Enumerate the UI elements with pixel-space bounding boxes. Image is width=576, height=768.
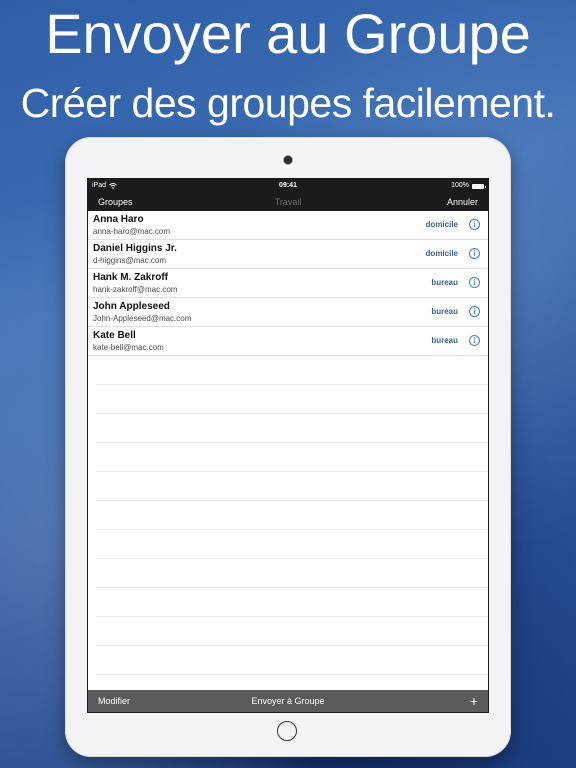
empty-row bbox=[96, 356, 488, 385]
nav-bar: Groupes Travail Annuler bbox=[88, 193, 488, 211]
contact-row[interactable]: Daniel Higgins Jr. d-higgins@mac.com dom… bbox=[88, 240, 488, 269]
contact-email: hank-zakroff@mac.com bbox=[93, 285, 178, 294]
status-time: 09:41 bbox=[279, 182, 297, 189]
contact-row[interactable]: Kate Bell kate-bell@mac.com bureau i bbox=[88, 327, 488, 356]
contact-email: John-Appleseed@mac.com bbox=[93, 314, 192, 323]
empty-rows bbox=[88, 356, 488, 675]
contact-name: Kate Bell bbox=[93, 330, 136, 341]
info-icon[interactable]: i bbox=[469, 248, 480, 259]
contact-email: d-higgins@mac.com bbox=[93, 256, 167, 265]
info-icon[interactable]: i bbox=[469, 335, 480, 346]
battery-icon bbox=[472, 183, 486, 189]
ipad-screen: iPad 09:41 100% Groupes Travail Annuler … bbox=[87, 178, 489, 713]
contact-email: anna-haro@mac.com bbox=[93, 227, 171, 236]
empty-row bbox=[96, 385, 488, 414]
info-icon[interactable]: i bbox=[469, 219, 480, 230]
empty-row bbox=[96, 472, 488, 501]
empty-row bbox=[96, 559, 488, 588]
contact-row[interactable]: John Appleseed John-Appleseed@mac.com bu… bbox=[88, 298, 488, 327]
groups-button[interactable]: Groupes bbox=[98, 193, 133, 211]
contact-name: Anna Haro bbox=[93, 214, 144, 225]
status-right: 100% bbox=[451, 179, 486, 193]
contact-label: bureau bbox=[431, 307, 458, 316]
contact-row[interactable]: Hank M. Zakroff hank-zakroff@mac.com bur… bbox=[88, 269, 488, 298]
status-bar: iPad 09:41 100% bbox=[88, 179, 488, 193]
send-to-group-button[interactable]: Envoyer à Groupe bbox=[88, 690, 488, 712]
cancel-button[interactable]: Annuler bbox=[447, 193, 478, 211]
empty-row bbox=[96, 443, 488, 472]
headline: Envoyer au Groupe bbox=[45, 2, 531, 65]
contact-email: kate-bell@mac.com bbox=[93, 343, 164, 352]
empty-row bbox=[96, 617, 488, 646]
contact-label: domicile bbox=[425, 249, 458, 258]
bottom-toolbar: Modifier Envoyer à Groupe + bbox=[88, 690, 488, 712]
contact-label: bureau bbox=[431, 336, 458, 345]
empty-row bbox=[96, 646, 488, 675]
info-icon[interactable]: i bbox=[469, 277, 480, 288]
info-icon[interactable]: i bbox=[469, 306, 480, 317]
contact-row[interactable]: Anna Haro anna-haro@mac.com domicile i bbox=[88, 211, 488, 240]
contact-name: Daniel Higgins Jr. bbox=[93, 243, 177, 254]
contact-label: bureau bbox=[431, 278, 458, 287]
ipad-frame: iPad 09:41 100% Groupes Travail Annuler … bbox=[65, 137, 511, 757]
subline: Créer des groupes facilement. bbox=[20, 80, 556, 126]
contact-name: Hank M. Zakroff bbox=[93, 272, 169, 283]
contact-name: John Appleseed bbox=[93, 301, 170, 312]
battery-percent: 100% bbox=[451, 182, 469, 189]
empty-row bbox=[96, 588, 488, 617]
empty-row bbox=[96, 414, 488, 443]
contact-label: domicile bbox=[425, 220, 458, 229]
home-button[interactable] bbox=[277, 721, 297, 741]
camera-icon bbox=[284, 156, 292, 164]
nav-title: Travail bbox=[274, 197, 302, 207]
plus-icon[interactable]: + bbox=[470, 690, 478, 712]
empty-row bbox=[96, 530, 488, 559]
empty-row bbox=[96, 501, 488, 530]
contact-list: Anna Haro anna-haro@mac.com domicile i D… bbox=[88, 211, 488, 675]
